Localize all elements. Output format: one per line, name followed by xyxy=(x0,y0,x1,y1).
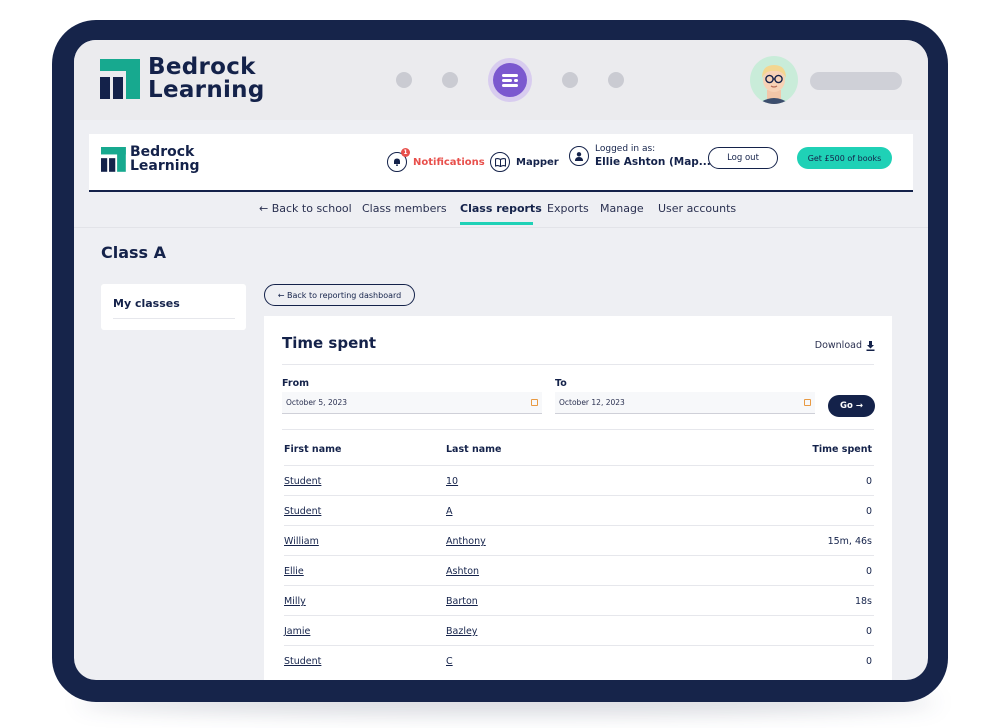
carousel-dot-active[interactable] xyxy=(488,58,532,102)
user-icon xyxy=(569,146,589,166)
carousel-dot[interactable] xyxy=(442,72,458,88)
table-row: Student 10 0 xyxy=(284,465,874,495)
tab-class-reports[interactable]: Class reports xyxy=(460,202,542,215)
time-spent-value: 0 xyxy=(865,566,872,577)
to-label: To xyxy=(555,378,567,389)
to-date-input[interactable]: October 12, 2023 xyxy=(555,392,815,414)
table-row: Student A 0 xyxy=(284,495,874,525)
from-date-value: October 5, 2023 xyxy=(286,398,348,407)
first-name-link[interactable]: William xyxy=(284,536,319,547)
brand-logo-large: Bedrock Learning xyxy=(100,56,265,102)
report-card: Time spent Download From October 5, 2023… xyxy=(264,316,892,680)
first-name-link[interactable]: Milly xyxy=(284,596,306,607)
my-classes-link[interactable]: My classes xyxy=(113,297,180,310)
last-name-link[interactable]: Anthony xyxy=(446,536,486,547)
my-classes-panel: My classes xyxy=(101,284,246,330)
time-spent-value: 0 xyxy=(865,476,872,487)
from-label: From xyxy=(282,378,309,389)
carousel-dot[interactable] xyxy=(608,72,624,88)
to-date-value: October 12, 2023 xyxy=(559,398,625,407)
logo-mark-icon xyxy=(101,146,126,172)
time-spent-value: 0 xyxy=(865,506,872,517)
first-name-link[interactable]: Jamie xyxy=(284,626,310,637)
tab-user-accounts[interactable]: User accounts xyxy=(658,202,736,215)
logout-button[interactable]: Log out xyxy=(708,147,778,169)
mapper-label: Mapper xyxy=(516,156,559,168)
table-row: Ellie Ashton 0 xyxy=(284,555,874,585)
first-name-link[interactable]: Student xyxy=(284,476,321,487)
divider xyxy=(282,429,874,430)
download-label: Download xyxy=(814,340,862,351)
calendar-icon[interactable] xyxy=(804,399,811,406)
page-title: Class A xyxy=(101,243,167,262)
tab-class-members[interactable]: Class members xyxy=(362,202,447,215)
last-name-link[interactable]: C xyxy=(446,656,453,667)
divider xyxy=(282,364,874,365)
tab-exports[interactable]: Exports xyxy=(547,202,589,215)
last-name-link[interactable]: Barton xyxy=(446,596,478,607)
stage: Bedrock Learning Bedrock Learning 1 Noti… xyxy=(0,0,1000,728)
book-icon xyxy=(490,152,510,172)
table-row: Student C 0 xyxy=(284,645,874,675)
download-icon xyxy=(866,340,875,351)
time-spent-value: 15m, 46s xyxy=(827,536,872,547)
time-spent-value: 0 xyxy=(865,626,872,637)
first-name-link[interactable]: Ellie xyxy=(284,566,304,577)
last-name-link[interactable]: 10 xyxy=(446,476,458,487)
back-to-dashboard-button[interactable]: ← Back to reporting dashboard xyxy=(264,284,415,306)
time-spent-value: 18s xyxy=(854,596,872,607)
class-tabs: ← Back to school Class members Class rep… xyxy=(74,194,928,228)
hero-band: Bedrock Learning xyxy=(74,40,928,120)
notifications-link[interactable]: 1 Notifications xyxy=(387,148,485,174)
logo-text: Bedrock Learning xyxy=(148,56,265,102)
table-row: Milly Barton 18s xyxy=(284,585,874,615)
report-icon xyxy=(493,63,527,97)
get-books-button[interactable]: Get £500 of books xyxy=(797,147,892,169)
column-header-first-name[interactable]: First name xyxy=(284,444,341,455)
logo-text: Bedrock Learning xyxy=(130,145,200,173)
logo-line-1: Bedrock xyxy=(130,144,195,160)
logged-in-info: Logged in as: Ellie Ashton (Map... xyxy=(569,144,711,168)
logged-in-user: Ellie Ashton (Map... xyxy=(595,156,711,168)
logged-in-label: Logged in as: xyxy=(595,144,656,154)
tab-manage[interactable]: Manage xyxy=(600,202,644,215)
notification-badge: 1 xyxy=(401,148,410,157)
mapper-link[interactable]: Mapper xyxy=(490,150,559,174)
divider xyxy=(113,318,235,319)
report-title: Time spent xyxy=(282,334,377,352)
from-date-input[interactable]: October 5, 2023 xyxy=(282,392,542,414)
notifications-label: Notifications xyxy=(413,156,485,168)
bell-icon: 1 xyxy=(387,148,410,172)
column-header-time-spent[interactable]: Time spent xyxy=(812,444,872,455)
carousel-dot[interactable] xyxy=(562,72,578,88)
column-header-last-name[interactable]: Last name xyxy=(446,444,501,455)
active-tab-indicator xyxy=(460,222,533,225)
logo-line-2: Learning xyxy=(148,77,265,103)
carousel-dot[interactable] xyxy=(396,72,412,88)
table-row: Jamie Bazley 0 xyxy=(284,615,874,645)
calendar-icon[interactable] xyxy=(531,399,538,406)
username-placeholder xyxy=(810,72,902,90)
table-row: William Anthony 15m, 46s xyxy=(284,525,874,555)
logo-line-1: Bedrock xyxy=(148,54,256,80)
avatar[interactable] xyxy=(750,56,798,104)
download-button[interactable]: Download xyxy=(815,340,875,351)
first-name-link[interactable]: Student xyxy=(284,656,321,667)
last-name-link[interactable]: A xyxy=(446,506,453,517)
tablet-screen: Bedrock Learning Bedrock Learning 1 Noti… xyxy=(74,40,928,680)
carousel-dots xyxy=(396,58,624,102)
brand-logo[interactable]: Bedrock Learning xyxy=(101,145,200,173)
go-button[interactable]: Go → xyxy=(828,395,875,417)
time-spent-value: 0 xyxy=(865,656,872,667)
last-name-link[interactable]: Ashton xyxy=(446,566,479,577)
logo-line-2: Learning xyxy=(130,158,200,174)
app-header: Bedrock Learning 1 Notifications Mapper xyxy=(89,134,913,192)
last-name-link[interactable]: Bazley xyxy=(446,626,477,637)
first-name-link[interactable]: Student xyxy=(284,506,321,517)
back-to-school-link[interactable]: ← Back to school xyxy=(259,202,352,215)
logo-mark-icon xyxy=(100,59,140,99)
